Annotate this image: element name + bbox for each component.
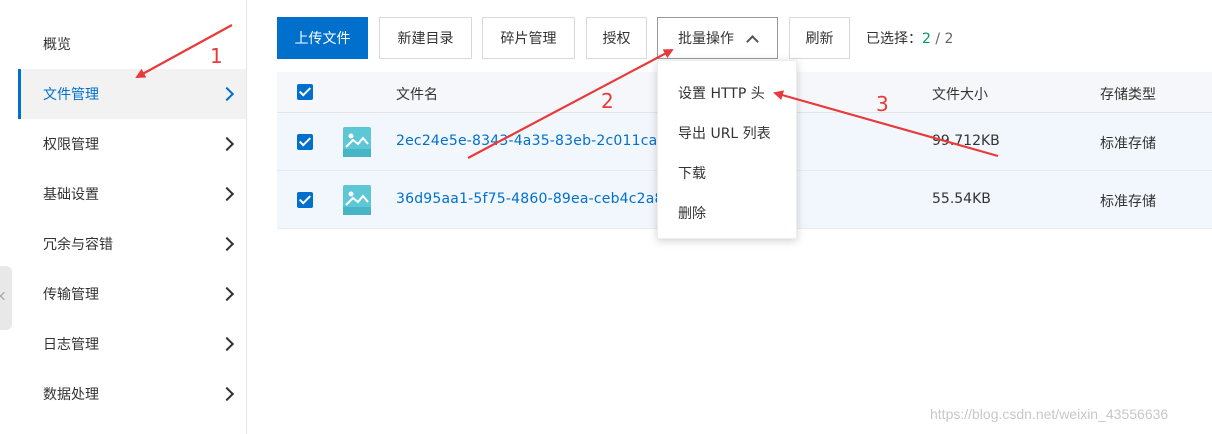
row-checkbox[interactable]	[297, 192, 313, 208]
sidebar-item-label: 数据处理	[43, 387, 99, 403]
column-header-name: 文件名	[396, 87, 438, 103]
authorize-button[interactable]: 授权	[586, 17, 647, 59]
watermark: https://blog.csdn.net/weixin_43556636	[930, 406, 1169, 422]
upload-file-button[interactable]: 上传文件	[277, 17, 368, 59]
image-file-icon	[343, 127, 371, 157]
menu-item-export-url-list[interactable]: 导出 URL 列表	[678, 123, 771, 143]
fragment-management-button[interactable]: 碎片管理	[482, 17, 575, 59]
row-checkbox[interactable]	[297, 134, 313, 150]
batch-operation-dropdown: 设置 HTTP 头 导出 URL 列表 下载 删除	[657, 60, 797, 239]
file-size: 55.54KB	[932, 191, 991, 207]
selection-separator: /	[930, 31, 945, 47]
sidebar-item-data-processing[interactable]: 数据处理	[18, 369, 246, 419]
authorize-label: 授权	[602, 31, 631, 47]
new-directory-button[interactable]: 新建目录	[379, 17, 472, 59]
sidebar-collapse-handle[interactable]	[0, 266, 12, 330]
chevron-up-icon	[746, 34, 759, 48]
refresh-label: 刷新	[805, 31, 834, 47]
annotation-number-2: 2	[601, 89, 614, 113]
image-file-icon	[343, 185, 371, 215]
new-directory-label: 新建目录	[397, 31, 454, 47]
sidebar-item-redundancy[interactable]: 冗余与容错	[18, 219, 246, 269]
storage-type: 标准存储	[1100, 194, 1156, 210]
file-name-link[interactable]: 2ec24e5e-8343-4a35-83eb-2c011ca2	[396, 133, 667, 149]
sidebar-item-label: 传输管理	[43, 287, 99, 303]
selection-info: 已选择：2 / 2	[866, 28, 953, 48]
chevron-left-icon	[0, 291, 9, 301]
storage-type: 标准存储	[1100, 136, 1156, 152]
chevron-right-icon	[219, 236, 235, 252]
chevron-right-icon	[219, 336, 235, 352]
upload-file-label: 上传文件	[294, 31, 351, 47]
chevron-right-icon	[219, 86, 235, 102]
sidebar-item-label: 冗余与容错	[43, 237, 113, 253]
sidebar-item-label: 概览	[43, 37, 71, 53]
sidebar-item-file-management[interactable]: 文件管理	[18, 69, 246, 119]
annotation-number-1: 1	[210, 44, 223, 68]
chevron-right-icon	[219, 386, 235, 402]
sidebar-item-logs[interactable]: 日志管理	[18, 319, 246, 369]
column-header-storage: 存储类型	[1100, 87, 1156, 103]
sidebar-item-transfer[interactable]: 传输管理	[18, 269, 246, 319]
selection-label: 已选择：	[866, 31, 922, 47]
annotation-number-3: 3	[876, 92, 889, 116]
file-size: 99.712KB	[932, 133, 1000, 149]
menu-item-set-http-header[interactable]: 设置 HTTP 头	[678, 83, 765, 103]
column-header-size: 文件大小	[932, 87, 988, 103]
sidebar-item-permissions[interactable]: 权限管理	[18, 119, 246, 169]
chevron-right-icon	[219, 286, 235, 302]
sidebar-item-label: 权限管理	[43, 137, 99, 153]
select-all-checkbox[interactable]	[297, 84, 313, 100]
sidebar-item-label: 日志管理	[43, 337, 99, 353]
selected-count: 2	[922, 31, 931, 47]
fragment-management-label: 碎片管理	[500, 31, 557, 47]
sidebar-item-basic-settings[interactable]: 基础设置	[18, 169, 246, 219]
batch-operation-label: 批量操作	[678, 31, 734, 47]
chevron-right-icon	[219, 186, 235, 202]
app-root: 概览 文件管理 权限管理 基础设置 冗余与容错 传输管理 日志管理 数据处理 上…	[0, 0, 1212, 434]
file-name-link[interactable]: 36d95aa1-5f75-4860-89ea-ceb4c2a8	[396, 191, 664, 207]
selected-total: 2	[944, 31, 954, 47]
chevron-right-icon	[219, 136, 235, 152]
batch-operation-button[interactable]: 批量操作	[657, 17, 778, 59]
refresh-button[interactable]: 刷新	[789, 17, 850, 59]
sidebar-item-label: 文件管理	[43, 87, 99, 103]
menu-item-download[interactable]: 下载	[678, 163, 706, 183]
sidebar-item-label: 基础设置	[43, 187, 99, 203]
menu-item-delete[interactable]: 删除	[678, 203, 706, 223]
